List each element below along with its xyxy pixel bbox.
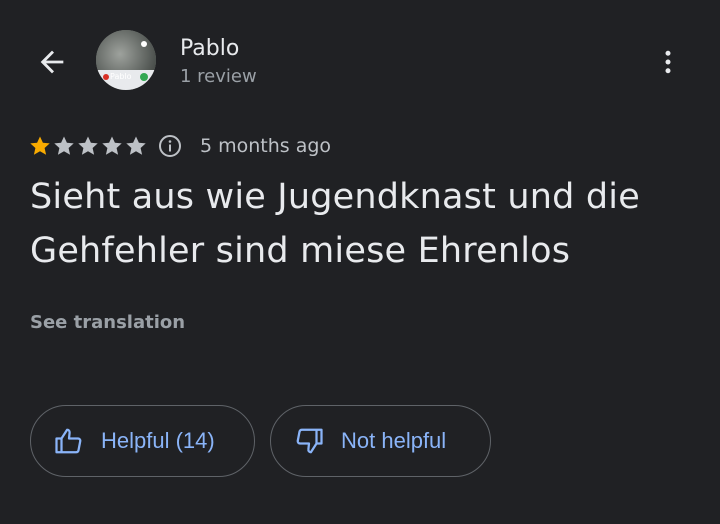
star-empty-icon	[78, 136, 98, 155]
review-text: Sieht aus wie Jugendknast und die Gehfeh…	[30, 177, 640, 271]
author-name[interactable]: Pablo	[180, 36, 239, 61]
more-options-button[interactable]	[644, 38, 692, 86]
star-empty-icon	[102, 136, 122, 155]
review-date: 5 months ago	[200, 135, 332, 157]
avatar[interactable]: Pablo	[96, 30, 156, 90]
not-helpful-button[interactable]: Not helpful	[270, 405, 491, 477]
helpful-button[interactable]: Helpful (14)	[30, 405, 255, 477]
thumbs-down-icon	[293, 425, 325, 457]
info-icon[interactable]	[158, 134, 182, 158]
author-review-count: 1 review	[180, 66, 257, 87]
star-filled-icon	[30, 136, 50, 155]
back-button[interactable]	[28, 38, 76, 86]
star-rating	[28, 134, 148, 158]
more-vertical-icon	[665, 50, 671, 74]
avatar-label: Pablo	[110, 72, 132, 81]
star-empty-icon	[126, 136, 146, 155]
avatar-photo	[96, 30, 156, 90]
review-header: Pablo Pablo 1 review	[0, 0, 720, 120]
rating-row: 5 months ago	[28, 130, 331, 162]
helpful-label: Helpful (14)	[101, 428, 215, 453]
thumbs-up-icon	[53, 425, 85, 457]
arrow-left-icon	[40, 50, 64, 74]
not-helpful-label: Not helpful	[341, 428, 447, 453]
see-translation-link[interactable]: See translation	[30, 312, 185, 333]
star-empty-icon	[54, 136, 74, 155]
